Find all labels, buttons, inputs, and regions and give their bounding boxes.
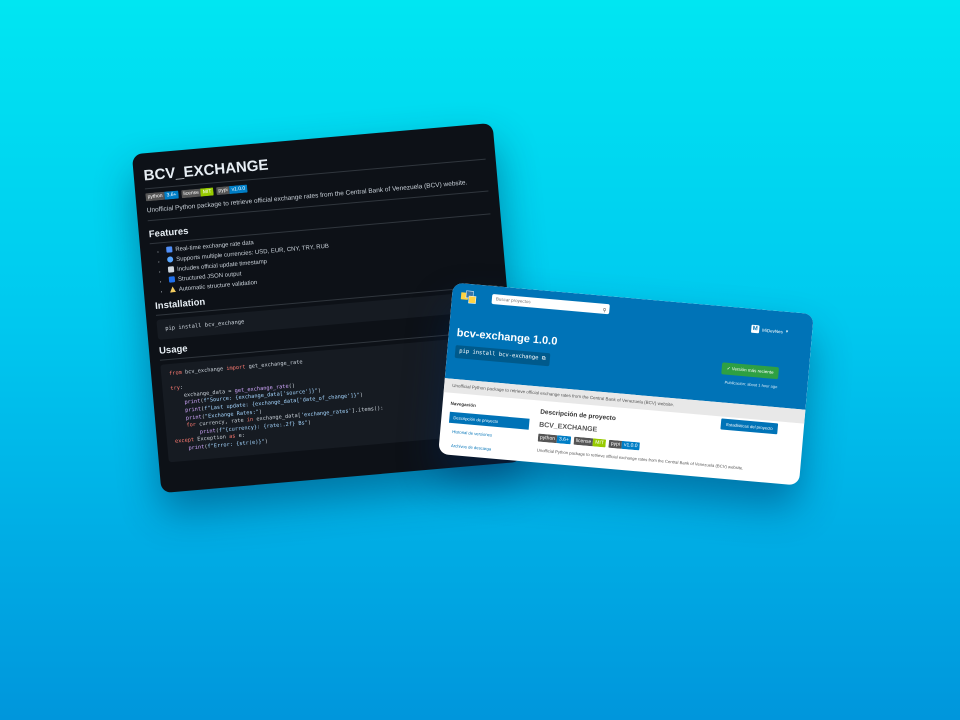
search-icon[interactable]: ⚲ <box>602 306 607 316</box>
calendar-icon <box>167 266 175 273</box>
pypi-logo-icon[interactable] <box>459 289 478 305</box>
user-menu[interactable]: M MiDevNes ▾ <box>750 324 789 336</box>
badge-pypi: pypi v1.0.0 <box>608 439 640 451</box>
sidebar-nav: Navegación Descripción de proyecto Histo… <box>446 397 531 461</box>
latest-version-badge[interactable]: ✓ Versión más reciente <box>721 362 780 380</box>
published-date: Publicación: about 1 hour ago <box>724 379 778 390</box>
json-icon <box>168 276 176 283</box>
copy-icon[interactable]: ⧉ <box>541 356 545 362</box>
badge-python: python 3.6+ <box>145 190 179 202</box>
avatar: M <box>750 324 760 334</box>
warning-icon <box>170 286 177 293</box>
chevron-down-icon: ▾ <box>785 328 789 334</box>
chart-icon <box>166 246 173 253</box>
package-title: bcv-exchange 1.0.0 <box>456 327 558 348</box>
pip-command[interactable]: pip install bcv-exchange ⧉ <box>454 345 551 367</box>
badge-python: python 3.6+ <box>537 433 572 445</box>
badge-license: license MIT <box>573 436 607 448</box>
badge-pypi: pypi v1.0.0 <box>216 184 248 196</box>
globe-icon <box>166 256 174 263</box>
badge-license: license MIT <box>181 187 214 199</box>
search-input[interactable]: Buscar proyectos ⚲ <box>491 294 610 316</box>
nav-title: Navegación <box>450 400 477 408</box>
pypi-card: Buscar proyectos ⚲ M MiDevNes ▾ bcv-exch… <box>438 282 814 486</box>
